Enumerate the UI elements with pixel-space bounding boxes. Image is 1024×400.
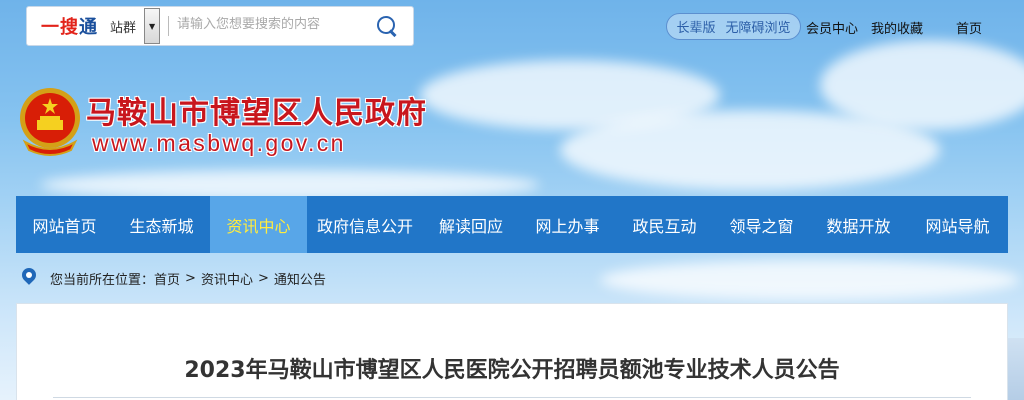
site-title: 马鞍山市博望区人民政府 (86, 96, 427, 131)
nav-item-leaders[interactable]: 领导之窗 (713, 196, 810, 253)
nav-item-news-center[interactable]: 资讯中心 (210, 196, 307, 253)
national-emblem-icon (20, 88, 80, 156)
site-group-dropdown-button[interactable]: ▼ (144, 8, 161, 44)
breadcrumb: 您当前所在位置： 首页 > 资讯中心 > 通知公告 (16, 264, 326, 292)
my-favorites-link[interactable]: 我的收藏 (871, 18, 923, 37)
site-group-label[interactable]: 站群 (110, 17, 136, 36)
side-decoration (1008, 338, 1024, 400)
breadcrumb-prefix: 您当前所在位置： (50, 272, 155, 288)
accessibility-pill: 长辈版 无障碍浏览 (666, 13, 801, 40)
cloud (600, 260, 1020, 300)
nav-item-online-service[interactable]: 网上办事 (519, 196, 616, 253)
breadcrumb-separator: > (185, 270, 196, 286)
nav-item-eco-city[interactable]: 生态新城 (113, 196, 210, 253)
member-center-link[interactable]: 会员中心 (806, 18, 858, 37)
nav-item-open-data[interactable]: 数据开放 (810, 196, 907, 253)
search-box: 一搜通 站群 ▼ (26, 6, 414, 46)
article-title: 2023年马鞍山市博望区人民医院公开招聘员额池专业技术人员公告 (184, 358, 840, 383)
location-pin-icon (20, 267, 38, 289)
elder-mode-link[interactable]: 长辈版 (676, 17, 715, 36)
triangle-down-icon: ▼ (148, 21, 156, 31)
breadcrumb-home[interactable]: 首页 (154, 269, 180, 288)
nav-item-interpretation[interactable]: 解读回应 (423, 196, 519, 253)
title-divider (53, 397, 971, 398)
nav-item-gov-info[interactable]: 政府信息公开 (307, 196, 423, 253)
home-link[interactable]: 首页 (956, 18, 982, 37)
barrier-free-link[interactable]: 无障碍浏览 (726, 17, 791, 36)
breadcrumb-separator: > (257, 270, 269, 286)
main-nav: 网站首页 生态新城 资讯中心 政府信息公开 解读回应 网上办事 政民互动 领导之… (16, 196, 1008, 253)
search-brand-logo: 一搜通 (41, 17, 98, 38)
breadcrumb-notices[interactable]: 通知公告 (274, 269, 326, 288)
nav-item-interaction[interactable]: 政民互动 (616, 196, 713, 253)
nav-item-site-nav[interactable]: 网站导航 (907, 196, 1008, 253)
search-input[interactable] (177, 9, 366, 39)
divider (168, 16, 170, 36)
search-icon[interactable] (375, 14, 399, 38)
article-panel: 2023年马鞍山市博望区人民医院公开招聘员额池专业技术人员公告 (16, 303, 1008, 400)
nav-item-home[interactable]: 网站首页 (16, 196, 113, 253)
site-url: www.masbwq.gov.cn (92, 130, 346, 156)
cloud (820, 40, 1024, 130)
breadcrumb-news-center[interactable]: 资讯中心 (201, 269, 253, 288)
